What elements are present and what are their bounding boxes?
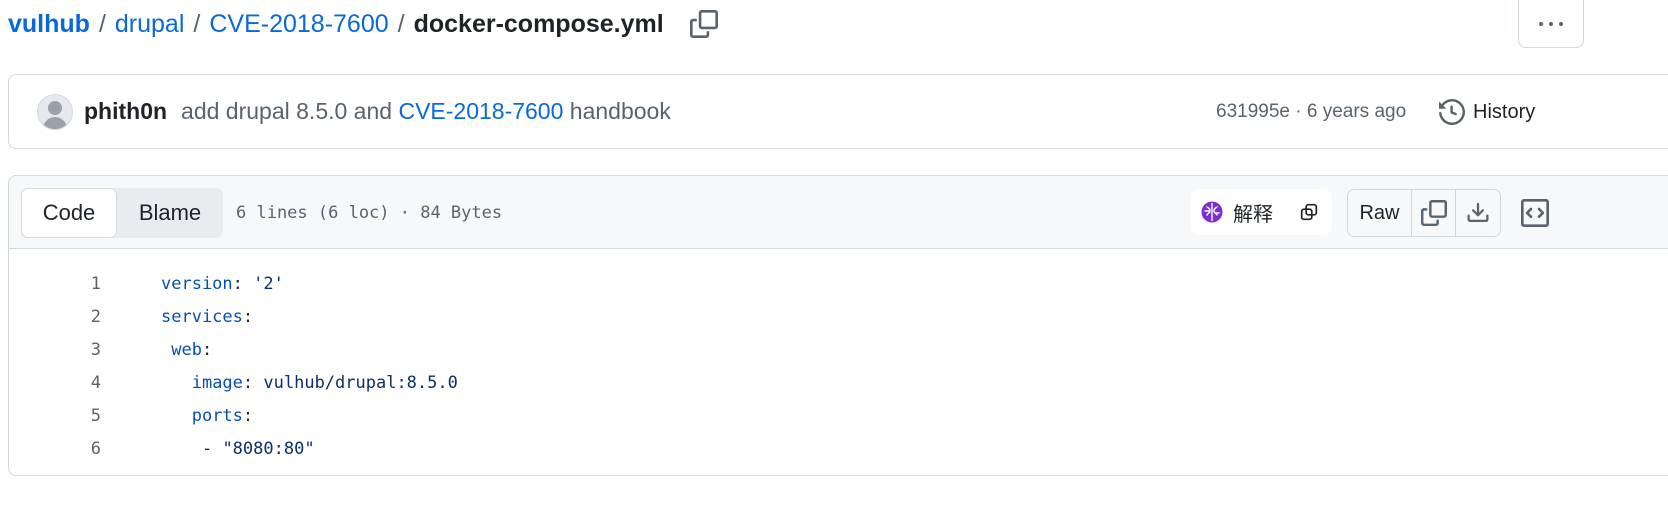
- code-line: 5 ports:: [9, 399, 1668, 432]
- line-content: services:: [161, 306, 254, 327]
- line-number[interactable]: 5: [9, 406, 101, 426]
- view-toggle: Code Blame: [21, 188, 223, 238]
- yaml-value: vulhub/drupal:8.5.0: [263, 372, 458, 393]
- file-actions: Raw: [1347, 189, 1501, 237]
- explain-copy-button[interactable]: [1298, 201, 1320, 223]
- copy-icon: [1300, 203, 1318, 221]
- copy-path-button[interactable]: [688, 8, 720, 40]
- brain-icon: [1201, 201, 1223, 223]
- commit-author-link[interactable]: phith0n: [84, 98, 167, 125]
- yaml-key: web: [171, 339, 202, 360]
- code-tab[interactable]: Code: [21, 188, 117, 238]
- code-line: 6 - "8080:80": [9, 432, 1668, 465]
- line-content: web:: [171, 339, 213, 360]
- more-options-button[interactable]: [1518, 0, 1584, 48]
- line-number[interactable]: 2: [9, 307, 101, 327]
- download-button[interactable]: [1456, 190, 1500, 236]
- commit-message-cve-link[interactable]: CVE-2018-7600: [398, 98, 563, 124]
- breadcrumb-file-name: docker-compose.yml: [413, 9, 664, 38]
- history-button[interactable]: History: [1439, 95, 1535, 129]
- history-icon: [1439, 99, 1465, 125]
- avatar[interactable]: [37, 93, 73, 130]
- breadcrumb-dir-drupal-link[interactable]: drupal: [115, 10, 185, 39]
- yaml-value: "8080:80": [222, 438, 315, 459]
- copy-icon: [1420, 200, 1447, 226]
- file-info: 6 lines (6 loc) · 84 Bytes: [236, 202, 503, 223]
- line-number[interactable]: 1: [9, 274, 101, 294]
- line-content: ports:: [191, 405, 254, 426]
- code-view[interactable]: 1 version: '2' 2 services: 3 web: 4 imag…: [9, 249, 1668, 465]
- breadcrumb-separator: /: [397, 9, 405, 38]
- kebab-dot: [1549, 21, 1553, 26]
- breadcrumb-separator: /: [193, 9, 201, 38]
- commit-message-prefix: add drupal 8.5.0 and: [181, 98, 399, 124]
- breadcrumb-separator: /: [98, 9, 106, 38]
- blame-tab[interactable]: Blame: [117, 188, 223, 238]
- breadcrumb: vulhub / drupal / CVE-2018-7600 / docker…: [8, 6, 720, 42]
- symbols-panel-button[interactable]: [1513, 194, 1557, 232]
- line-content: image: vulhub/drupal:8.5.0: [191, 372, 458, 393]
- commit-hash-and-age[interactable]: 631995e · 6 years ago: [1216, 75, 1406, 148]
- breadcrumb-dir-cve-link[interactable]: CVE-2018-7600: [209, 10, 388, 39]
- yaml-value: '2': [253, 273, 284, 294]
- breadcrumb-repo-link[interactable]: vulhub: [8, 10, 90, 39]
- yaml-key: services: [161, 306, 243, 327]
- code-line: 2 services:: [9, 300, 1668, 333]
- history-label: History: [1473, 100, 1536, 123]
- copy-raw-button[interactable]: [1412, 190, 1456, 236]
- commit-message: add drupal 8.5.0 and CVE-2018-7600 handb…: [181, 98, 671, 125]
- download-icon: [1467, 202, 1489, 222]
- code-square-icon: [1521, 199, 1549, 227]
- commit-message-suffix: handbook: [563, 98, 671, 124]
- kebab-dot: [1539, 21, 1543, 26]
- code-line: 4 image: vulhub/drupal:8.5.0: [9, 366, 1668, 399]
- raw-button[interactable]: Raw: [1348, 190, 1412, 236]
- yaml-key: image: [191, 372, 243, 393]
- line-content: version: '2': [161, 273, 284, 294]
- line-number[interactable]: 6: [9, 439, 101, 459]
- yaml-key: version: [161, 273, 233, 294]
- explain-widget: 解释: [1190, 189, 1332, 235]
- line-number[interactable]: 4: [9, 373, 101, 393]
- latest-commit-box: phith0n add drupal 8.5.0 and CVE-2018-76…: [8, 74, 1668, 149]
- file-viewer: Code Blame 6 lines (6 loc) · 84 Bytes 解释…: [8, 175, 1668, 476]
- code-line: 1 version: '2': [9, 267, 1668, 300]
- explain-label: 解释: [1233, 203, 1273, 226]
- copy-icon: [689, 10, 718, 38]
- file-header: Code Blame 6 lines (6 loc) · 84 Bytes 解释…: [9, 176, 1668, 249]
- explain-button[interactable]: 解释: [1190, 189, 1273, 235]
- line-number[interactable]: 3: [9, 340, 101, 360]
- line-content: - "8080:80": [201, 438, 315, 459]
- yaml-key: ports: [191, 405, 243, 426]
- kebab-dot: [1559, 21, 1563, 26]
- code-line: 3 web:: [9, 333, 1668, 366]
